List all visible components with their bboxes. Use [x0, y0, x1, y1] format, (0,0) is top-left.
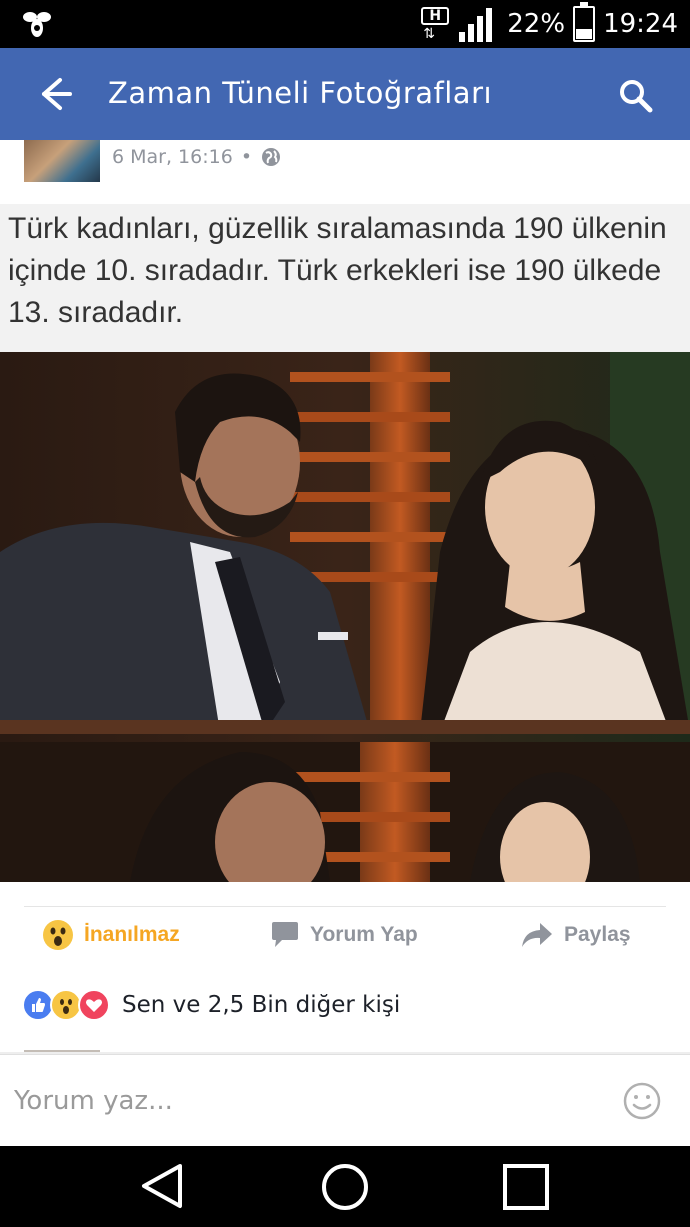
triangle-back-icon[interactable] [140, 1162, 188, 1210]
react-button[interactable]: İnanılmaz [42, 918, 180, 952]
image-caption-area: Türk kadınları, güzellik sıralamasında 1… [0, 204, 690, 352]
bee-icon [20, 8, 54, 40]
react-label: İnanılmaz [84, 923, 180, 946]
globe-icon [262, 148, 281, 166]
circle-home-icon[interactable] [320, 1162, 370, 1212]
arrow-left-icon[interactable] [26, 72, 82, 116]
meta-separator: • [240, 146, 253, 168]
page-title: Zaman Tüneli Fotoğrafları [108, 76, 493, 110]
post-actions: İnanılmaz Yorum Yap Paylaş Sen ve 2,5 Bi… [0, 882, 690, 1054]
battery-icon [573, 2, 596, 42]
love-icon [78, 989, 110, 1021]
wow-emoji-icon [43, 920, 73, 950]
post-header: 6 Mar, 16:16 • [0, 140, 690, 204]
app-bar: Zaman Tüneli Fotoğrafları [0, 48, 690, 140]
network-type-icon: H ⇅ [421, 7, 451, 41]
system-nav-bar [0, 1146, 690, 1227]
network-type-label: H [421, 7, 450, 25]
post-image[interactable]: Türk kadınları, güzellik sıralamasında 1… [0, 204, 690, 882]
status-icons: H ⇅ 22% 19:24 [421, 2, 678, 44]
image-caption: Türk kadınları, güzellik sıralamasında 1… [8, 212, 667, 329]
post-photo [0, 352, 690, 882]
comment-button[interactable]: Yorum Yap [270, 918, 418, 952]
comment-input[interactable] [14, 1081, 574, 1121]
comment-label: Yorum Yap [310, 923, 418, 946]
comment-icon [272, 922, 298, 947]
share-label: Paylaş [564, 923, 631, 946]
share-arrow-icon [522, 923, 552, 947]
reaction-summary-text: Sen ve 2,5 Bin diğer kişi [122, 992, 401, 1018]
post-meta: 6 Mar, 16:16 • [112, 146, 282, 168]
share-button[interactable]: Paylaş [520, 918, 631, 952]
smiley-icon[interactable] [622, 1081, 662, 1121]
avatar[interactable] [24, 140, 100, 182]
divider [24, 906, 666, 907]
reaction-icons [22, 989, 110, 1021]
signal-icon [459, 6, 499, 42]
reaction-summary[interactable]: Sen ve 2,5 Bin diğer kişi [22, 988, 400, 1022]
square-recents-icon[interactable] [502, 1163, 550, 1211]
status-bar: H ⇅ 22% 19:24 [0, 0, 690, 48]
post-timestamp[interactable]: 6 Mar, 16:16 [112, 146, 233, 168]
comment-bar [0, 1054, 690, 1146]
clock: 19:24 [603, 9, 678, 39]
battery-percent: 22% [507, 9, 566, 39]
search-icon[interactable] [612, 72, 662, 120]
